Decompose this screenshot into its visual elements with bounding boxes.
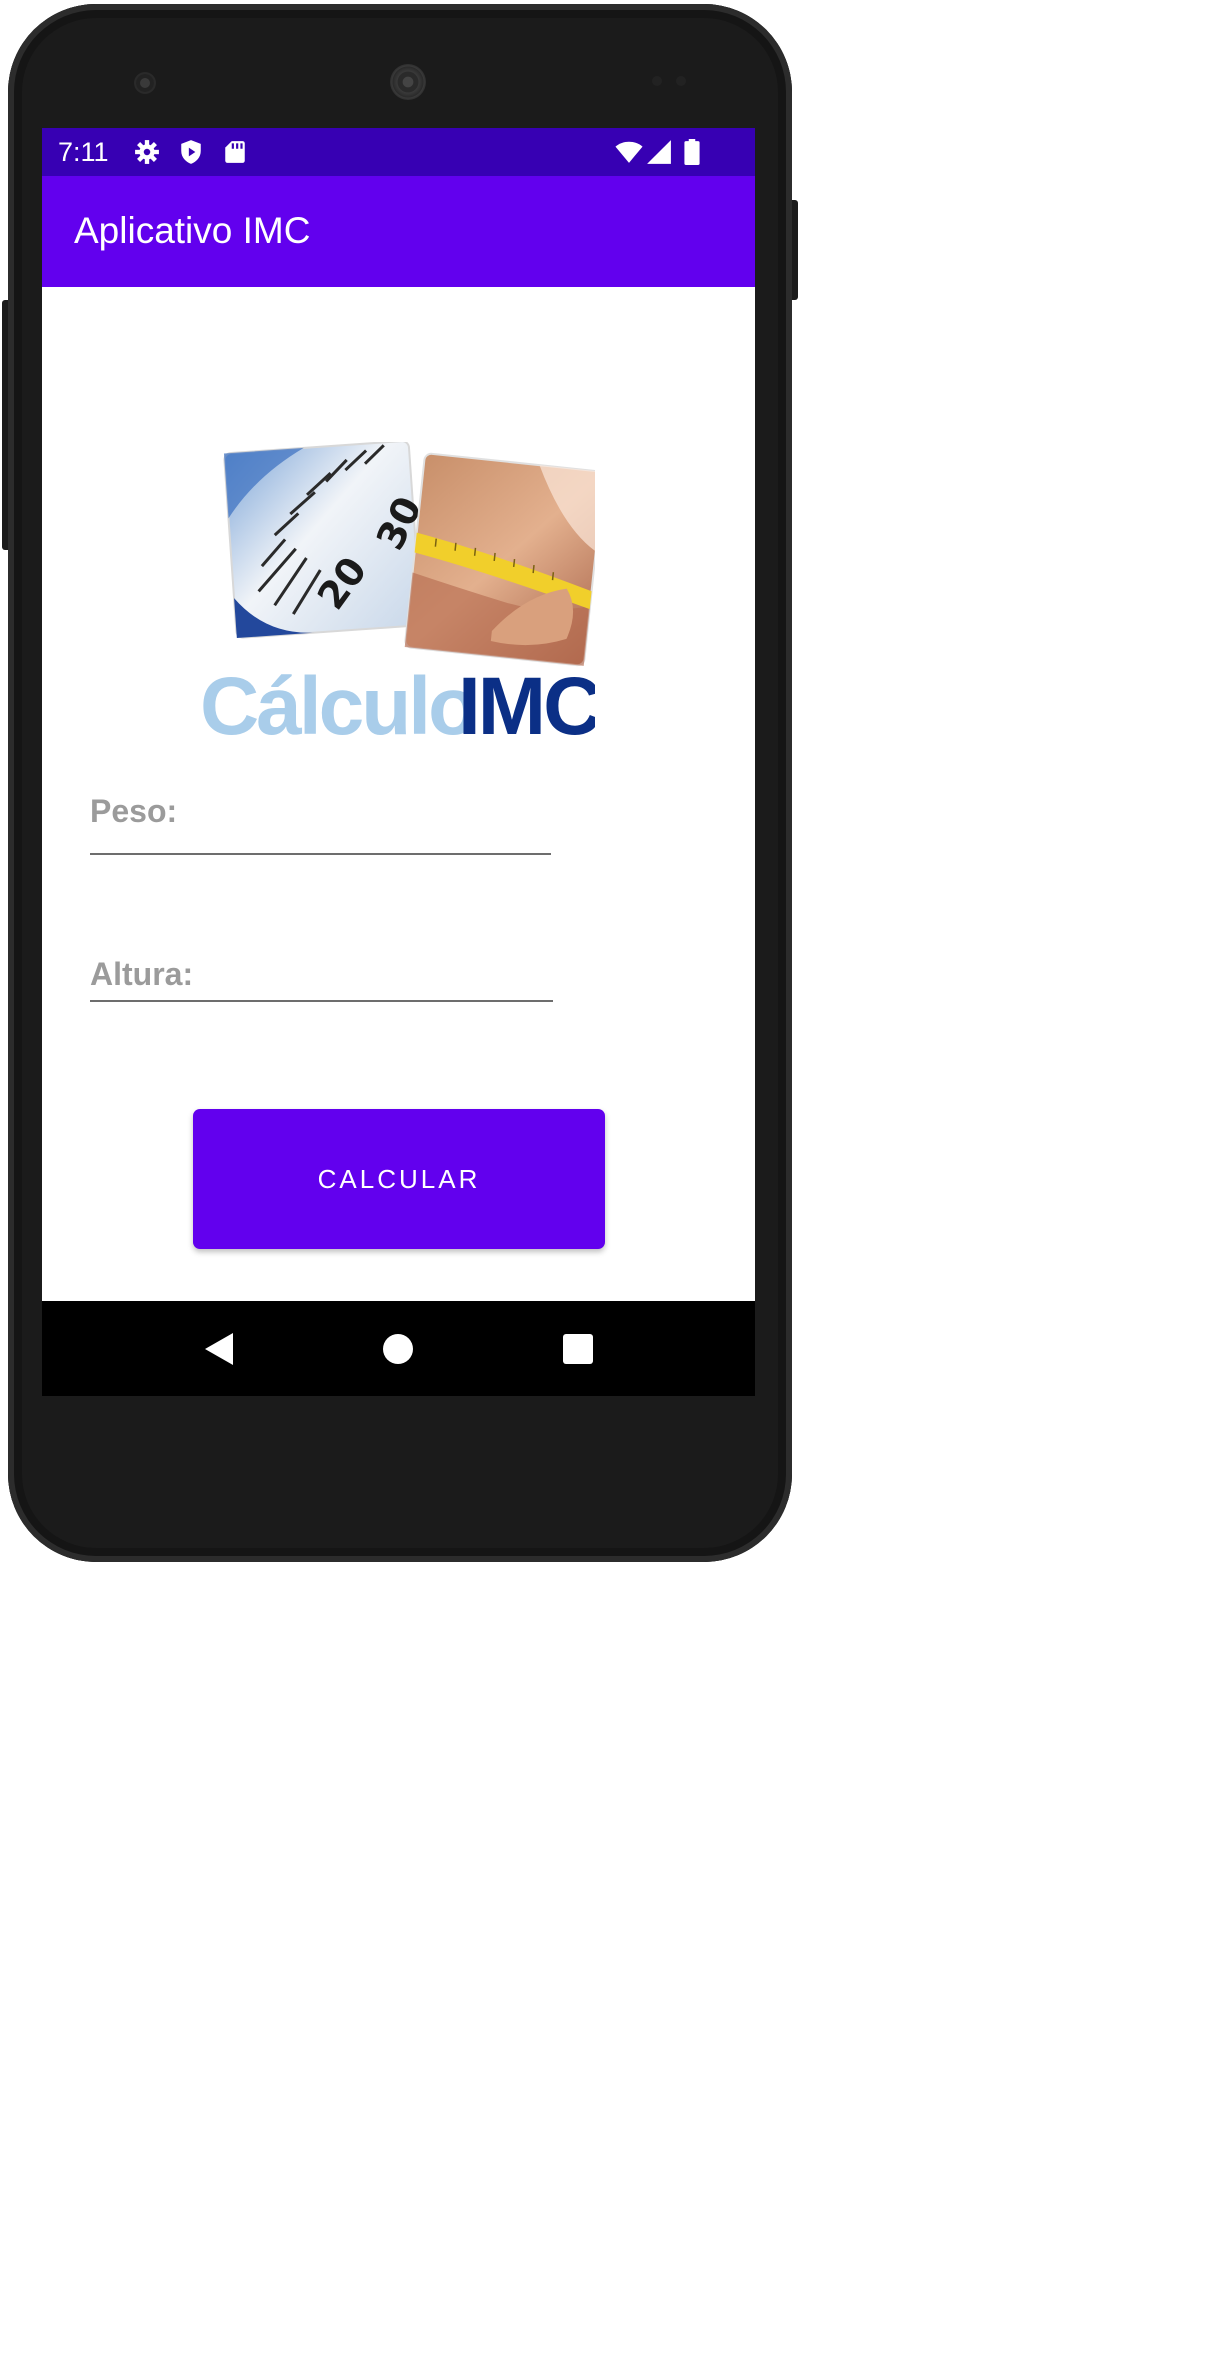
shield-play-icon bbox=[181, 140, 201, 164]
gear-icon bbox=[135, 140, 159, 164]
signal-icon bbox=[647, 140, 671, 164]
main-content: 20 30 Cálculo IMC Peso: Altura: CALCULAR bbox=[42, 287, 755, 1301]
calculate-button[interactable]: CALCULAR bbox=[193, 1109, 605, 1249]
peso-field[interactable]: Peso: bbox=[90, 787, 552, 857]
home-icon[interactable] bbox=[380, 1331, 416, 1367]
peso-placeholder: Peso: bbox=[90, 793, 178, 829]
battery-icon bbox=[684, 139, 700, 165]
wifi-icon bbox=[615, 141, 643, 163]
altura-underline bbox=[90, 1000, 553, 1002]
device-page: 7:11 Aplicativo IMC 20 30 Cálculo IMC Pe… bbox=[0, 0, 800, 1568]
sd-card-icon bbox=[225, 141, 245, 163]
peso-underline bbox=[90, 853, 551, 855]
waist-photo bbox=[404, 452, 595, 667]
altura-placeholder: Altura: bbox=[90, 956, 194, 992]
logo-word-imc: IMC bbox=[458, 661, 595, 742]
light-sensor bbox=[676, 76, 686, 86]
app-bar: Aplicativo IMC bbox=[42, 176, 755, 287]
front-camera bbox=[136, 74, 154, 92]
back-icon[interactable] bbox=[200, 1331, 236, 1367]
proximity-sensor bbox=[652, 76, 662, 86]
calculo-imc-logo: 20 30 Cálculo IMC bbox=[200, 442, 595, 742]
recents-icon[interactable] bbox=[560, 1331, 596, 1367]
status-time: 7:11 bbox=[58, 137, 109, 167]
scale-photo: 20 30 bbox=[223, 442, 431, 639]
altura-field[interactable]: Altura: bbox=[90, 952, 553, 1007]
logo-word-calculo: Cálculo bbox=[200, 661, 475, 742]
app-title: Aplicativo IMC bbox=[74, 210, 311, 251]
screen: 7:11 Aplicativo IMC 20 30 Cálculo IMC Pe… bbox=[42, 128, 755, 1396]
status-bar: 7:11 bbox=[42, 128, 755, 176]
earpiece-speaker bbox=[390, 64, 426, 100]
navigation-bar bbox=[42, 1301, 755, 1396]
